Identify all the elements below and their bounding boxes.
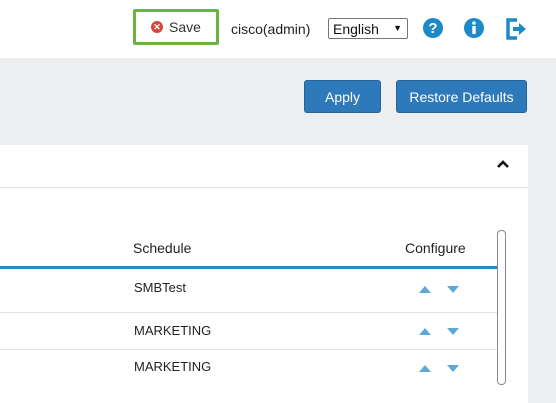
save-button[interactable]: ✕ Save <box>133 9 219 45</box>
dropdown-arrow-icon: ▼ <box>393 23 402 33</box>
language-value: English <box>333 20 379 37</box>
move-up-icon[interactable] <box>419 286 431 293</box>
svg-text:?: ? <box>428 20 437 37</box>
error-icon: ✕ <box>151 21 164 33</box>
schedule-panel: Schedule Configure SMBTest MARKETING MAR… <box>0 145 528 403</box>
apply-button[interactable]: Apply <box>304 80 381 113</box>
table-row[interactable]: MARKETING <box>0 313 498 349</box>
logout-icon[interactable] <box>505 18 527 40</box>
help-icon[interactable]: ? <box>422 17 444 39</box>
current-user: cisco(admin) <box>231 21 311 37</box>
chevron-up-icon[interactable] <box>496 159 510 169</box>
table-row[interactable]: MARKETING <box>0 350 498 390</box>
top-header: ✕ Save cisco(admin) English ▼ ? <box>0 0 556 58</box>
column-header-configure: Configure <box>405 240 466 256</box>
info-icon[interactable] <box>463 17 485 39</box>
move-up-icon[interactable] <box>419 328 431 335</box>
schedule-cell: MARKETING <box>134 323 212 338</box>
schedule-cell: SMBTest <box>134 280 187 295</box>
panel-header <box>0 145 528 188</box>
column-header-schedule[interactable]: Schedule <box>133 240 191 256</box>
table-row[interactable]: SMBTest <box>0 269 498 312</box>
language-select[interactable]: English ▼ <box>328 18 408 39</box>
move-down-icon[interactable] <box>447 286 459 293</box>
action-toolbar: Apply Restore Defaults <box>0 58 556 134</box>
move-down-icon[interactable] <box>447 365 459 372</box>
move-down-icon[interactable] <box>447 328 459 335</box>
restore-defaults-button[interactable]: Restore Defaults <box>396 80 527 113</box>
schedule-cell: MARKETING <box>134 359 212 374</box>
save-button-label: Save <box>169 19 201 35</box>
move-up-icon[interactable] <box>419 365 431 372</box>
vertical-scrollbar[interactable] <box>497 230 506 385</box>
